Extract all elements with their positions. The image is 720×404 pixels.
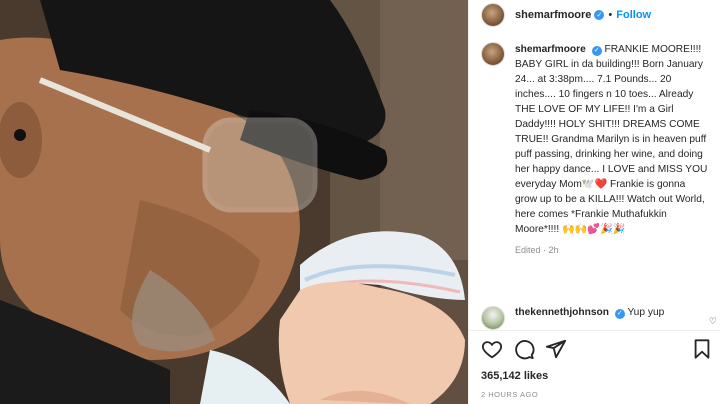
post-timestamp: 2 HOURS AGO	[481, 390, 539, 399]
comment-text: thekennethjohnson ✓ Yup yup	[515, 306, 664, 320]
caption-username[interactable]: shemarfmoore	[515, 44, 586, 55]
comment-body: Yup yup	[627, 307, 665, 318]
verified-badge-icon: ✓	[591, 45, 602, 56]
action-bar	[481, 338, 713, 360]
verified-badge-icon: ✓	[594, 10, 605, 20]
caption-section: shemarfmoore ✓ FRANKIE MOORE!!!! BABY GI…	[469, 42, 720, 307]
comment-like-icon[interactable]: ♡	[709, 316, 717, 327]
post-header: shemarfmoore ✓ • Follow	[469, 0, 720, 30]
heart-icon[interactable]	[481, 338, 503, 360]
photo-illustration	[0, 0, 468, 404]
comment-icon[interactable]	[513, 338, 535, 360]
separator-dot: •	[608, 9, 613, 21]
author-username[interactable]: shemarfmoore	[515, 9, 591, 21]
post-sidebar: shemarfmoore ✓ • Follow shemarfmoore ✓ F…	[468, 0, 720, 404]
divider	[469, 330, 720, 331]
follow-button[interactable]: Follow	[616, 9, 651, 21]
verified-badge-icon: ✓	[614, 308, 625, 319]
commenter-username[interactable]: thekennethjohnson	[515, 307, 609, 318]
bookmark-icon[interactable]	[691, 338, 713, 360]
caption-meta: Edited · 2h	[515, 245, 559, 255]
caption-avatar[interactable]	[481, 42, 505, 66]
post-photo[interactable]	[0, 0, 468, 404]
caption-text: shemarfmoore ✓ FRANKIE MOORE!!!! BABY GI…	[515, 42, 709, 237]
commenter-avatar[interactable]	[481, 306, 505, 330]
likes-count[interactable]: 365,142 likes	[481, 370, 548, 382]
share-icon[interactable]	[545, 338, 567, 360]
author-avatar[interactable]	[481, 3, 505, 27]
comment-item: thekennethjohnson ✓ Yup yup ♡	[481, 306, 717, 330]
caption-body: FRANKIE MOORE!!!! BABY GIRL in da buildi…	[515, 44, 708, 235]
